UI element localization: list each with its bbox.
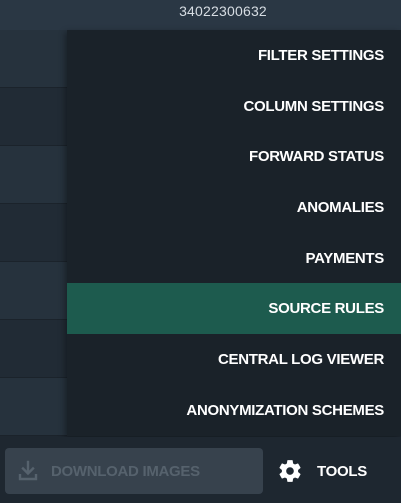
record-id-text: 34022300632 — [179, 3, 267, 19]
menu-item-anonymization-schemes[interactable]: ANONYMIZATION SCHEMES — [67, 385, 401, 436]
tools-label: TOOLS — [317, 462, 367, 480]
menu-item-forward-status[interactable]: FORWARD STATUS — [67, 131, 401, 182]
download-images-button[interactable]: DOWNLOAD IMAGES — [5, 448, 263, 494]
table-header-row: 34022300632 — [0, 0, 401, 30]
tools-button[interactable]: TOOLS — [277, 448, 395, 494]
menu-item-filter-settings[interactable]: FILTER SETTINGS — [67, 30, 401, 81]
menu-item-column-settings[interactable]: COLUMN SETTINGS — [67, 81, 401, 132]
menu-item-source-rules[interactable]: SOURCE RULES — [67, 283, 401, 335]
table-row[interactable] — [0, 88, 70, 146]
download-icon — [17, 460, 39, 482]
table-row[interactable] — [0, 320, 70, 378]
table-row[interactable] — [0, 30, 70, 88]
menu-item-central-log-viewer[interactable]: CENTRAL LOG VIEWER — [67, 334, 401, 385]
table-row[interactable] — [0, 378, 70, 436]
menu-item-payments[interactable]: PAYMENTS — [67, 233, 401, 284]
bottom-toolbar: DOWNLOAD IMAGES TOOLS — [0, 437, 401, 503]
tools-dropdown-menu: FILTER SETTINGS COLUMN SETTINGS FORWARD … — [67, 30, 401, 436]
app-root: 34022300632 FILTER SETTINGS COLUMN SETTI… — [0, 0, 401, 503]
menu-item-anomalies[interactable]: ANOMALIES — [67, 182, 401, 233]
download-images-label: DOWNLOAD IMAGES — [51, 462, 200, 480]
background-table — [0, 30, 70, 436]
table-row[interactable] — [0, 262, 70, 320]
table-row[interactable] — [0, 204, 70, 262]
table-row[interactable] — [0, 146, 70, 204]
gear-icon — [277, 458, 303, 484]
